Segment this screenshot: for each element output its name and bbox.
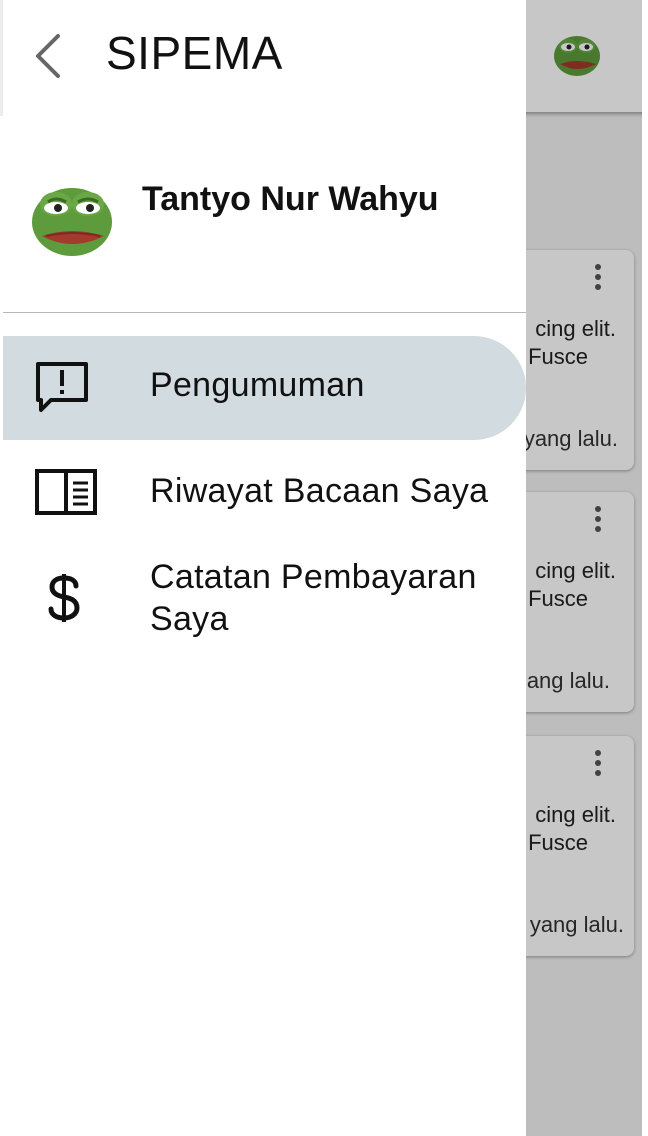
menu-item-pengumuman[interactable]: Pengumuman bbox=[3, 336, 526, 440]
profile-name: Tantyo Nur Wahyu bbox=[142, 180, 439, 218]
profile-avatar bbox=[32, 188, 112, 256]
menu-item-label: Riwayat Bacaan Saya bbox=[150, 472, 489, 510]
drawer-edge-line bbox=[0, 0, 3, 116]
chevron-left-icon bbox=[36, 34, 60, 78]
menu-item-label: Catatan Pembayaran Saya bbox=[150, 558, 477, 638]
drawer-title: SIPEMA bbox=[106, 27, 283, 79]
back-button[interactable] bbox=[26, 26, 74, 84]
menu-item-label: Pengumuman bbox=[150, 366, 365, 404]
menu-item-riwayat-bacaan[interactable]: Riwayat Bacaan Saya bbox=[3, 448, 526, 538]
dollar-icon bbox=[48, 574, 80, 622]
divider bbox=[3, 312, 526, 313]
screen-edge bbox=[642, 0, 648, 1136]
menu-item-catatan-pembayaran[interactable]: Catatan Pembayaran Saya bbox=[3, 548, 526, 648]
announcement-icon bbox=[36, 362, 88, 412]
navigation-drawer: SIPEMA Tantyo Nur Wahyu Pengumuman Riway… bbox=[0, 0, 526, 1136]
book-open-icon bbox=[35, 469, 97, 515]
